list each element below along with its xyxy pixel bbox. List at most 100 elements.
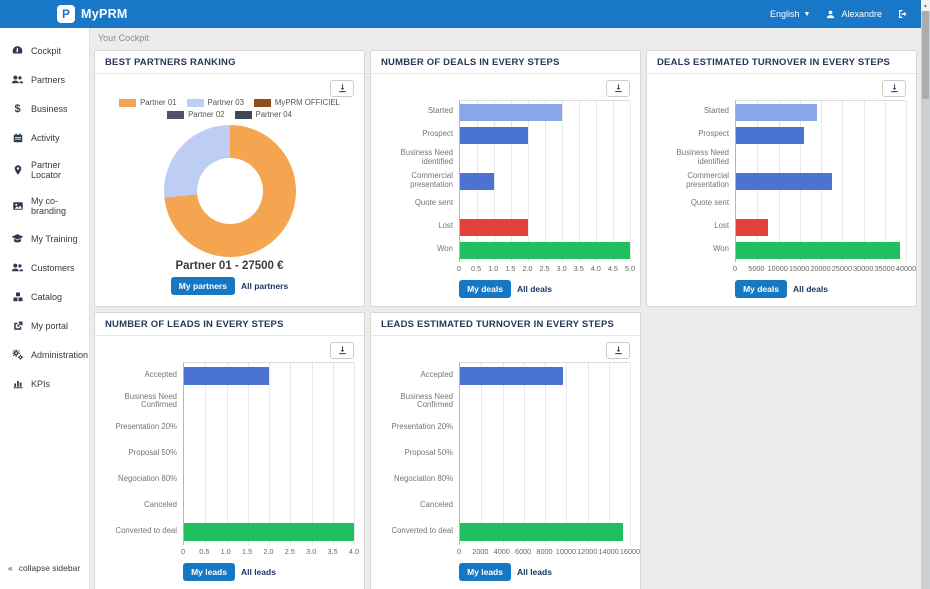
all-leads-link[interactable]: All leads: [241, 567, 276, 577]
x-axis: 0500010000150002000025000300003500040000: [657, 264, 906, 276]
sidebar-item-my-cobranding[interactable]: My co-branding: [0, 188, 89, 224]
bar-category-label: Business Need identified: [381, 146, 459, 169]
bar-category-label: Canceled: [105, 492, 183, 518]
app-window: P MyPRM English ▼ Alexandre ▲ Cockp: [0, 0, 930, 589]
bar-category-label: Business Need Confirmed: [105, 388, 183, 414]
bar-row: [184, 441, 354, 467]
download-icon: [889, 83, 900, 94]
bar-category-label: Converted to deal: [381, 518, 459, 544]
sidebar-item-label: Partners: [31, 75, 65, 85]
sidebar-item-label: My Training: [31, 234, 78, 244]
plot-area: [735, 100, 906, 262]
gridline: [630, 101, 631, 262]
bar-category-label: Won: [381, 238, 459, 261]
bar-row: [460, 124, 630, 147]
axis-tick-label: 30000: [853, 264, 873, 273]
axis-tick-label: 4.0: [349, 547, 359, 556]
download-icon: [613, 83, 624, 94]
axis-tick-label: 2.0: [522, 264, 532, 273]
axis-tick-label: 10000: [556, 547, 576, 556]
card-best-partners-ranking: BEST PARTNERS RANKING Partner 01Partner …: [94, 50, 365, 307]
legend-item: MyPRM OFFICIEL: [254, 98, 340, 107]
gears-icon: [11, 348, 24, 361]
axis-tick-label: 4000: [494, 547, 510, 556]
axis-spacer: [381, 547, 459, 559]
bar-row: [460, 415, 630, 441]
bar-category-label: Proposal 50%: [381, 440, 459, 466]
sidebar-item-customers[interactable]: Customers: [0, 253, 89, 282]
bar-row: [460, 519, 630, 545]
bar-row: [460, 216, 630, 239]
legend-swatch: [119, 99, 136, 107]
bar-category-label: Prospect: [381, 123, 459, 146]
bar-category-label: Business Need identified: [657, 146, 735, 169]
axis-tick-label: 2.5: [539, 264, 549, 273]
sidebar-item-partner-locator[interactable]: Partner Locator: [0, 152, 89, 188]
bar: [736, 127, 804, 143]
bar-row: [184, 519, 354, 545]
sidebar-item-business[interactable]: $ Business: [0, 94, 89, 123]
bar: [736, 219, 768, 235]
scroll-up-arrow-icon[interactable]: ▲: [921, 0, 930, 11]
bar-category-label: Won: [657, 238, 735, 261]
collapse-sidebar-button[interactable]: « collapse sidebar: [8, 563, 80, 573]
download-icon: [337, 345, 348, 356]
sidebar-item-activity[interactable]: Activity: [0, 123, 89, 152]
sidebar-item-label: Customers: [31, 263, 75, 273]
axis-spacer: [105, 547, 183, 559]
axis-tick-label: 0: [181, 547, 185, 556]
axis-tick-label: 1.0: [221, 547, 231, 556]
scrollbar-thumb[interactable]: [922, 11, 929, 99]
sidebar-item-my-portal[interactable]: My portal: [0, 311, 89, 340]
card-title: NUMBER OF LEADS IN EVERY STEPS: [95, 313, 364, 336]
all-deals-link[interactable]: All deals: [793, 284, 828, 294]
sidebar-item-kpis[interactable]: KPIs: [0, 369, 89, 398]
all-leads-link[interactable]: All leads: [517, 567, 552, 577]
bar-category-label: Prospect: [657, 123, 735, 146]
axis-tick-label: 5.0: [625, 264, 635, 273]
bar-category-label: Commercial presentation: [657, 169, 735, 192]
legend-item: Partner 03: [187, 98, 244, 107]
top-navbar: P MyPRM English ▼ Alexandre: [0, 0, 921, 28]
all-partners-link[interactable]: All partners: [241, 281, 288, 291]
download-chart-button[interactable]: [330, 342, 354, 359]
axis-tick-label: 3.0: [557, 264, 567, 273]
download-chart-button[interactable]: [882, 80, 906, 97]
legend-label: Partner 03: [208, 98, 244, 107]
sidebar-item-cockpit[interactable]: Cockpit: [0, 36, 89, 65]
external-link-icon: [11, 319, 24, 332]
axis-tick-label: 0.5: [471, 264, 481, 273]
my-deals-button[interactable]: My deals: [459, 280, 511, 298]
download-chart-button[interactable]: [606, 80, 630, 97]
bar-row: [460, 239, 630, 262]
legend-item: Partner 01: [119, 98, 176, 107]
axis-tick-label: 0.5: [199, 547, 209, 556]
axis-tick-label: 2.5: [285, 547, 295, 556]
language-selector[interactable]: English ▼: [770, 9, 810, 19]
sidebar-item-catalog[interactable]: Catalog: [0, 282, 89, 311]
download-chart-button[interactable]: [330, 80, 354, 97]
dashboard-grid: BEST PARTNERS RANKING Partner 01Partner …: [90, 48, 921, 589]
bar: [460, 367, 563, 385]
sidebar-item-partners[interactable]: Partners: [0, 65, 89, 94]
user-menu[interactable]: Alexandre: [824, 8, 882, 21]
my-deals-button[interactable]: My deals: [735, 280, 787, 298]
download-chart-button[interactable]: [606, 342, 630, 359]
my-partners-button[interactable]: My partners: [171, 277, 235, 295]
sign-out-icon[interactable]: [896, 8, 909, 21]
sidebar-item-my-training[interactable]: My Training: [0, 224, 89, 253]
x-axis: 0200040006000800010000120001400016000: [381, 547, 630, 559]
bar-category-label: Negociation 80%: [105, 466, 183, 492]
bar-chart-deals-turnover: StartedProspectBusiness Need identifiedC…: [657, 100, 906, 276]
axis-spacer: [381, 264, 459, 276]
legend-label: Partner 02: [188, 110, 224, 119]
user-name: Alexandre: [841, 9, 882, 19]
donut-chart: [164, 125, 296, 257]
my-leads-button[interactable]: My leads: [183, 563, 235, 581]
all-deals-link[interactable]: All deals: [517, 284, 552, 294]
my-leads-button[interactable]: My leads: [459, 563, 511, 581]
bar-category-label: Accepted: [381, 362, 459, 388]
download-icon: [337, 83, 348, 94]
sidebar-item-administration[interactable]: Administration: [0, 340, 89, 369]
vertical-scrollbar[interactable]: ▲: [921, 0, 930, 589]
